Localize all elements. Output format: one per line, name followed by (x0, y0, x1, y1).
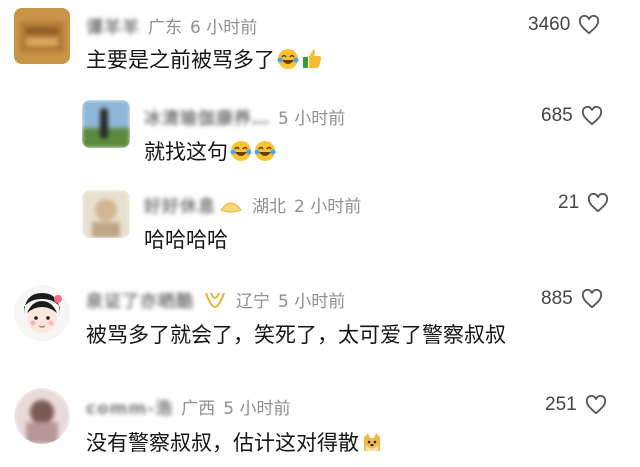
comment-body: 就找这句 (144, 140, 228, 164)
avatar[interactable] (82, 100, 130, 148)
timestamp: 5 小时前 (223, 399, 291, 419)
badge-icon (220, 202, 242, 212)
laugh-cry-emoji (230, 141, 252, 161)
timestamp: 2 小时前 (294, 197, 362, 217)
like-control[interactable]: 685 (541, 105, 603, 127)
location: 湖北 (252, 197, 286, 217)
timestamp: 5 小时前 (278, 109, 346, 129)
thumbs-up-emoji (303, 49, 322, 68)
location: 广西 (181, 399, 216, 419)
heart-outline-icon[interactable] (585, 395, 607, 415)
comment-meta: 好好休息 湖北 2 小时前 (144, 192, 361, 217)
like-count: 21 (558, 192, 580, 213)
like-control[interactable]: 21 (558, 192, 609, 214)
location: 广东 (148, 18, 182, 38)
heart-outline-icon[interactable] (581, 106, 603, 126)
laugh-cry-emoji (277, 49, 299, 69)
heart-outline-icon[interactable] (581, 289, 603, 309)
comment-text: 就找这句 (144, 136, 276, 166)
comment-text: 没有警察叔叔，估计这对得散 (86, 427, 383, 457)
comment-meta: comm-浩 广西 5 小时前 (86, 394, 290, 419)
username[interactable]: 谭羊羊 (86, 13, 140, 38)
comment-text: 被骂多了就会了，笑死了，太可爱了警察叔叔 (86, 319, 506, 349)
comment-body: 主要是之前被骂多了 (86, 48, 275, 72)
comment-body: 没有警察叔叔，估计这对得散 (86, 431, 359, 455)
comment-body: 被骂多了就会了，笑死了，太可爱了警察叔叔 (86, 323, 506, 347)
username[interactable]: 泉证了亦晒酷 (86, 287, 194, 312)
comment-meta: 泉证了亦晒酷 辽宁 5 小时前 (86, 287, 345, 312)
username[interactable]: 冰清瑜伽康养… (144, 104, 270, 129)
like-count: 685 (541, 105, 573, 126)
comment-body: 哈哈哈哈 (144, 228, 228, 252)
comment-text: 主要是之前被骂多了 (86, 44, 323, 74)
comment-meta: 冰清瑜伽康养… 5 小时前 (144, 104, 345, 129)
avatar[interactable] (14, 8, 70, 64)
badge-icon (205, 292, 225, 308)
like-count: 3460 (528, 14, 571, 35)
like-control[interactable]: 3460 (528, 14, 600, 36)
username[interactable]: comm-浩 (86, 394, 173, 419)
laugh-cry-emoji (254, 141, 276, 161)
like-count: 885 (541, 288, 573, 309)
avatar[interactable] (82, 190, 130, 238)
avatar[interactable] (14, 285, 70, 341)
comment-meta: 谭羊羊 广东 6 小时前 (86, 13, 257, 38)
avatar[interactable] (14, 388, 70, 444)
doge-emoji (364, 433, 380, 451)
like-control[interactable]: 251 (545, 394, 607, 416)
heart-outline-icon[interactable] (587, 193, 609, 213)
username[interactable]: 好好休息 (144, 192, 216, 217)
heart-outline-icon[interactable] (578, 15, 600, 35)
timestamp: 5 小时前 (278, 292, 346, 312)
timestamp: 6 小时前 (190, 18, 258, 38)
like-control[interactable]: 885 (541, 288, 603, 310)
comment-text: 哈哈哈哈 (144, 224, 228, 254)
like-count: 251 (545, 394, 577, 415)
location: 辽宁 (236, 292, 270, 312)
